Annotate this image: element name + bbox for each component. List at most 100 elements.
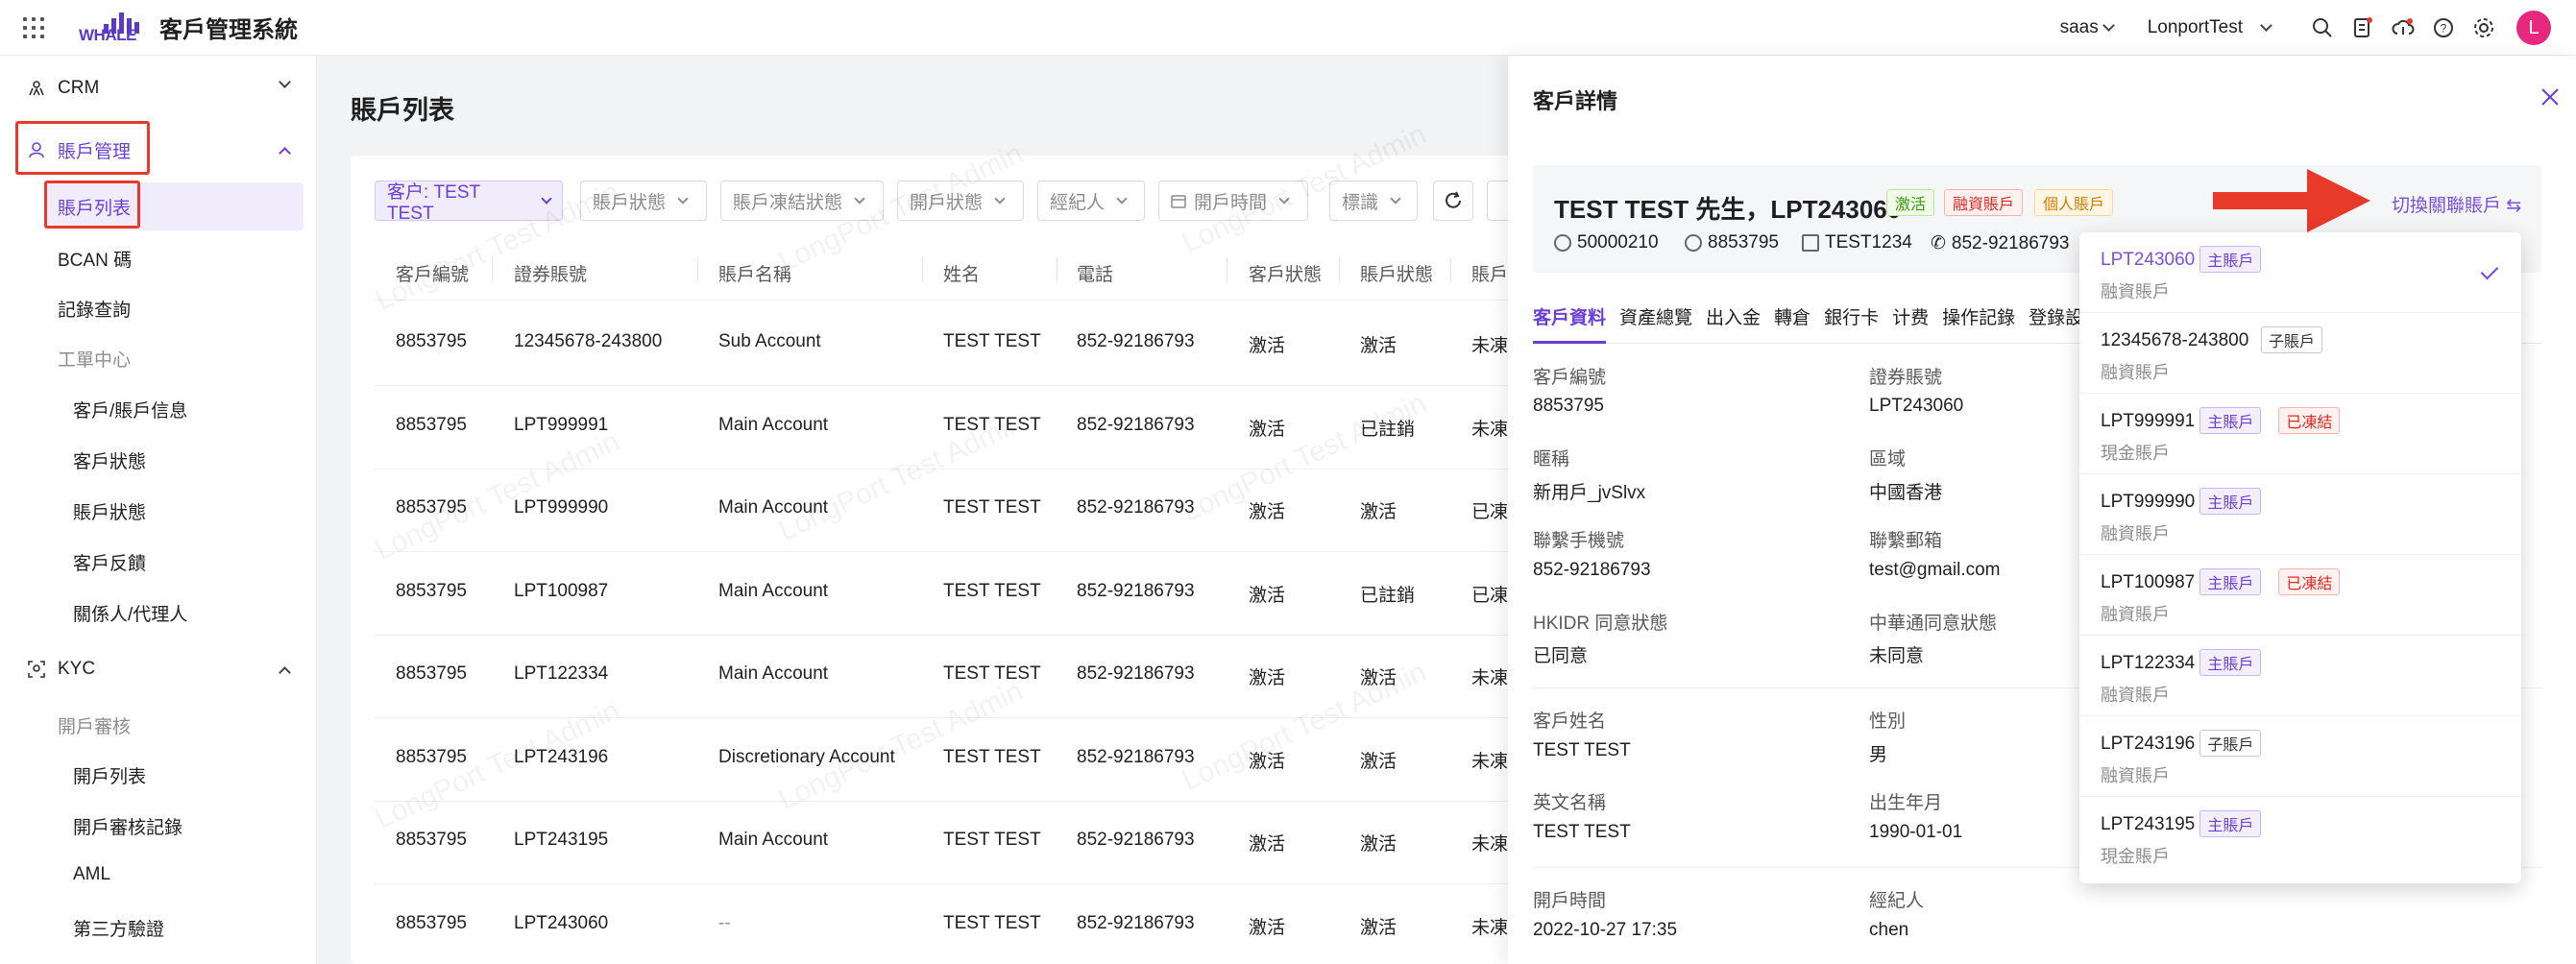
sidebar-item-bcan[interactable]: BCAN 碼 — [58, 246, 132, 272]
chevron-down-icon — [2260, 19, 2272, 32]
sidebar-group-kyc[interactable]: KYC — [0, 648, 317, 690]
cell-name: TEST TEST — [943, 497, 1041, 518]
tab-asset-overview[interactable]: 資產總覽 — [1619, 303, 1692, 329]
column-header-account-status[interactable]: 賬戶狀態 — [1360, 260, 1433, 286]
filter-broker[interactable]: 經紀人 — [1037, 181, 1145, 221]
chevron-down-icon — [1116, 192, 1128, 205]
column-header-customer-status[interactable]: 客戶狀態 — [1249, 260, 1322, 286]
linked-account-option[interactable]: LPT100987 主賬戶 已凍結 融資賬戶 — [2079, 555, 2521, 636]
sidebar-item-third-party-verify[interactable]: 第三方驗證 — [73, 915, 164, 941]
tab-deposit-withdrawal[interactable]: 出入金 — [1706, 303, 1761, 329]
header-divider — [375, 300, 1599, 301]
linked-account-type: 融資賬戶 — [2101, 766, 2170, 785]
filter-account-status-label: 賬戶狀態 — [593, 192, 667, 213]
field-label-customer-id: 客戶編號 — [1533, 368, 1607, 388]
field-label-securities-account: 證券賬號 — [1869, 368, 1943, 388]
filter-customer-label: 客户: TEST TEST — [387, 181, 480, 224]
tab-transfer[interactable]: 轉倉 — [1774, 303, 1810, 329]
linked-account-option[interactable]: LPT999991 主賬戶 已凍結 現金賬戶 — [2079, 394, 2521, 474]
filter-customer[interactable]: 客户: TEST TEST — [375, 181, 563, 224]
sidebar-item-customer-feedback[interactable]: 客戶反饋 — [73, 549, 146, 575]
linked-account-id: LPT100987 — [2101, 572, 2196, 592]
linked-account-option[interactable]: LPT122334 主賬戶 融資賬戶 — [2079, 636, 2521, 716]
column-header-account-freeze[interactable]: 賬戶 — [1471, 260, 1508, 286]
column-divider — [1339, 257, 1340, 282]
switch-linked-account-link[interactable]: 切換關聯賬戶 ⇆ — [2392, 191, 2521, 217]
user-avatar[interactable]: L — [2516, 11, 2551, 45]
highlight-box-account-list — [44, 181, 140, 229]
search-icon[interactable] — [2311, 16, 2334, 39]
column-header-name[interactable]: 姓名 — [943, 260, 980, 286]
field-value-connect-consent: 未同意 — [1869, 646, 1925, 666]
linked-account-id: LPT999990 — [2101, 492, 2196, 512]
column-divider — [922, 257, 923, 282]
tab-bank-card[interactable]: 銀行卡 — [1824, 303, 1879, 329]
download-cloud-icon[interactable] — [2392, 16, 2415, 39]
cell-customer-id: 8853795 — [396, 746, 467, 767]
tenant-select[interactable]: saas — [2060, 17, 2115, 38]
sidebar-group-crm[interactable]: CRM — [0, 67, 317, 109]
cell-account-freeze: 未凍 — [1471, 917, 1509, 938]
filter-opening-status[interactable]: 開戶狀態 — [897, 181, 1024, 221]
cell-phone: 852-92186793 — [1077, 830, 1195, 850]
sidebar-item-record-query[interactable]: 記錄查詢 — [58, 296, 131, 322]
field-value-customer-id: 8853795 — [1533, 396, 1604, 416]
meta-user-id: 50000210 — [1554, 232, 1659, 253]
sidebar-item-customer-account-info[interactable]: 客戶/賬戶信息 — [73, 397, 187, 422]
page-title: 賬戶列表 — [351, 96, 454, 125]
linked-account-option[interactable]: 12345678-243800 子賬戶 融資賬戶 — [2079, 313, 2521, 394]
linked-account-option[interactable]: LPT243195 主賬戶 現金賬戶 — [2079, 797, 2521, 878]
cell-securities-account: LPT243195 — [514, 830, 609, 850]
help-icon[interactable]: ? — [2432, 16, 2455, 39]
more-button[interactable] — [1487, 181, 1508, 221]
row-divider — [375, 634, 1599, 636]
org-select[interactable]: LonportTest — [2148, 17, 2272, 38]
linked-accounts-dropdown: LPT243060 主賬戶 融資賬戶 12345678-243800 子賬戶 融資賬戶 LP… — [2079, 232, 2521, 883]
app-grid-icon[interactable] — [21, 15, 46, 40]
column-header-securities-account[interactable]: 證券賬號 — [514, 260, 587, 286]
linked-account-tag: 已凍結 — [2278, 568, 2341, 595]
filter-open-time[interactable]: 開戶時間 — [1158, 181, 1308, 221]
linked-account-option[interactable]: LPT243196 子賬戶 融資賬戶 — [2079, 716, 2521, 797]
meta-phone: ✆ 852-92186793 — [1931, 232, 2070, 254]
meta-phone-value: 852-92186793 — [1951, 232, 2070, 253]
filter-freeze-status[interactable]: 賬戶凍結狀態 — [720, 181, 884, 221]
cell-customer-id: 8853795 — [396, 912, 467, 933]
sidebar-item-opening-review-log[interactable]: 開戶審核記錄 — [73, 813, 182, 839]
annotation-arrow-icon — [2213, 169, 2370, 232]
field-value-contact-phone: 852-92186793 — [1533, 560, 1651, 580]
cell-customer-id: 8853795 — [396, 331, 467, 351]
tab-billing[interactable]: 计费 — [1892, 303, 1929, 329]
sidebar-item-account-status[interactable]: 賬戶狀態 — [73, 498, 146, 524]
cell-phone: 852-92186793 — [1077, 746, 1195, 767]
cell-account-status: 已註銷 — [1360, 419, 1416, 440]
crm-icon — [29, 81, 44, 96]
cell-customer-id: 8853795 — [396, 414, 467, 435]
cell-customer-status: 激活 — [1249, 336, 1286, 356]
sidebar-item-customer-status[interactable]: 客戶狀態 — [73, 447, 146, 473]
sidebar-item-opening-list[interactable]: 開戶列表 — [73, 762, 146, 788]
task-list-icon[interactable] — [2351, 16, 2374, 39]
cell-account-freeze: 未凍 — [1471, 834, 1509, 855]
cell-securities-account: LPT100987 — [514, 580, 609, 601]
cell-account-status: 激活 — [1360, 751, 1397, 772]
settings-gear-icon[interactable] — [2472, 16, 2495, 39]
sidebar-item-aml[interactable]: AML — [73, 864, 110, 885]
filter-account-status[interactable]: 賬戶狀態 — [580, 181, 707, 221]
field-label-contact-email: 聯繫郵箱 — [1869, 531, 1943, 551]
linked-account-option[interactable]: LPT243060 主賬戶 融資賬戶 — [2079, 232, 2521, 313]
linked-account-option[interactable]: LPT999990 主賬戶 融資賬戶 — [2079, 474, 2521, 555]
cell-account-name: Sub Account — [718, 331, 821, 351]
column-header-customer-id[interactable]: 客戶編號 — [396, 260, 469, 286]
close-icon[interactable] — [2540, 86, 2561, 108]
sidebar-item-related-persons[interactable]: 關係人/代理人 — [73, 600, 187, 626]
tab-customer-info[interactable]: 客戶資料 — [1533, 303, 1606, 329]
column-header-account-name[interactable]: 賬戶名稱 — [718, 260, 791, 286]
filter-flag[interactable]: 標識 — [1329, 181, 1418, 221]
account-type-tag-personal: 個人賬戶 — [2034, 189, 2114, 216]
refresh-button[interactable] — [1433, 181, 1473, 221]
linked-account-type: 現金賬戶 — [2101, 444, 2170, 463]
cell-customer-status: 激活 — [1249, 917, 1286, 938]
column-header-phone[interactable]: 電話 — [1077, 260, 1113, 286]
tab-operation-log[interactable]: 操作記錄 — [1942, 303, 2015, 329]
